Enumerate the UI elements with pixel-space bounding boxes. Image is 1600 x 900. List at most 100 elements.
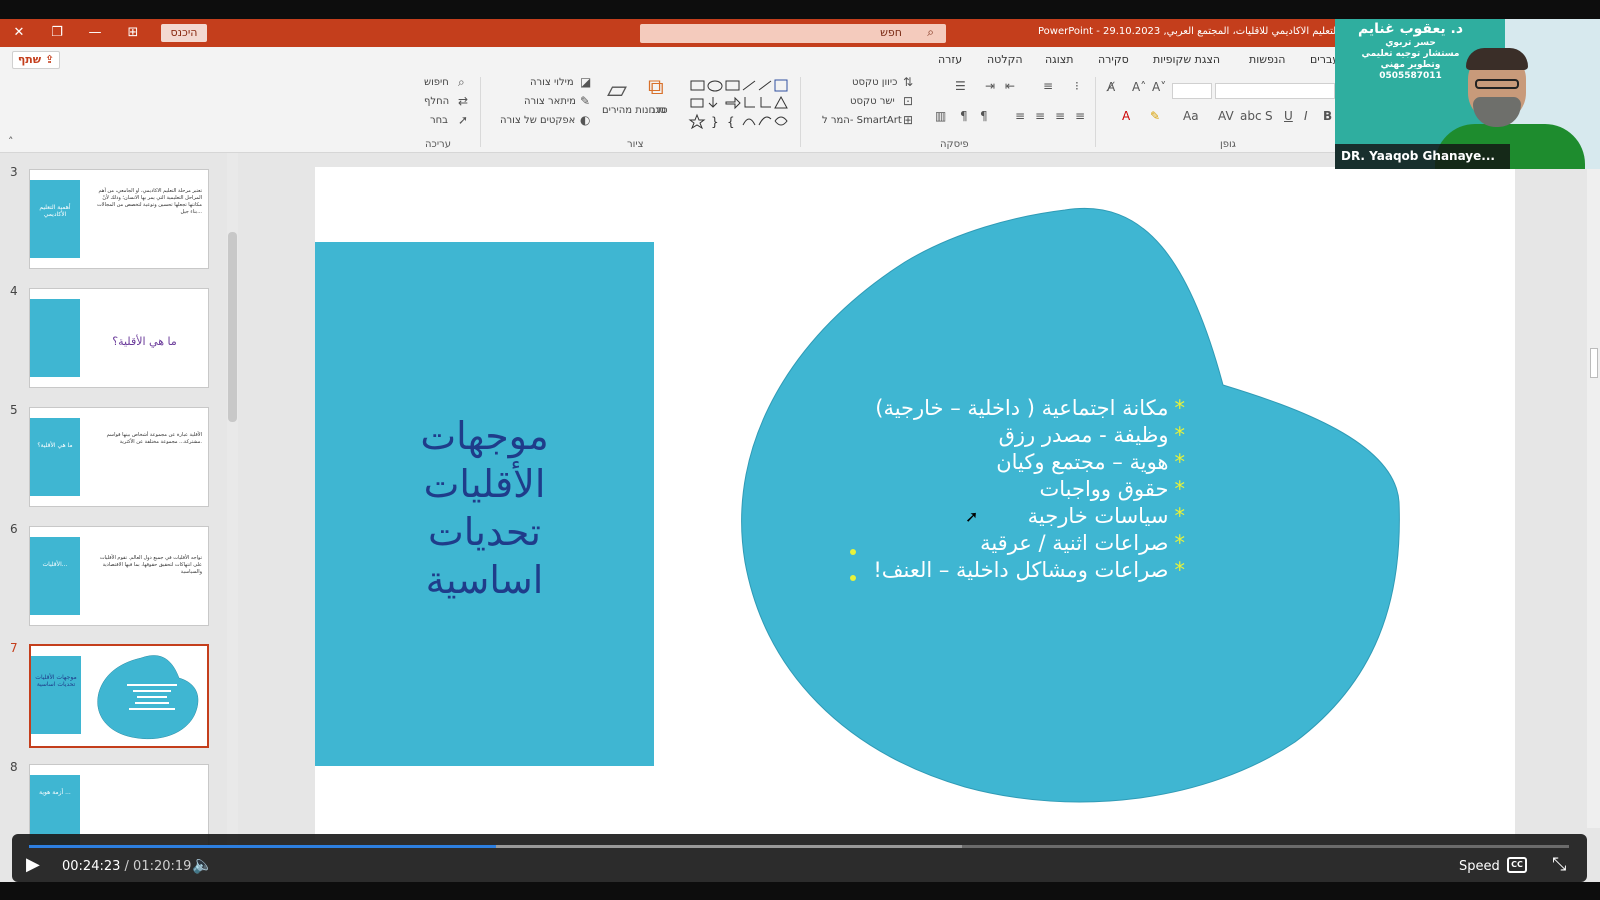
share-button[interactable]: שתף ⇪ bbox=[12, 51, 60, 69]
bullet-star: * bbox=[1174, 558, 1186, 582]
slide-title-line: موجهات bbox=[420, 414, 549, 458]
highlight-icon[interactable]: ✎ bbox=[1150, 109, 1160, 123]
arrange-icon: ⧉ bbox=[648, 75, 664, 100]
font-color-icon[interactable]: A bbox=[1122, 109, 1130, 123]
line-spacing-icon[interactable]: ☰ bbox=[955, 79, 966, 93]
search-input[interactable]: חפש ⌕ bbox=[640, 24, 946, 43]
webcam-overlay: د. يعقوب غنايم حسر تربوي مستشار توجيه تع… bbox=[1335, 19, 1600, 169]
shape-fill-icon: ◪ bbox=[580, 75, 592, 89]
outdent-icon[interactable]: ⇤ bbox=[1005, 79, 1015, 93]
presenter-title-line: حسر تربوي bbox=[1385, 38, 1436, 48]
ribbon-display-icon[interactable]: ⊞ bbox=[122, 23, 144, 43]
slide-scrollbar-thumb[interactable] bbox=[1590, 348, 1598, 378]
slide-number-active: 7 bbox=[10, 641, 18, 655]
font-name-input[interactable] bbox=[1215, 83, 1335, 99]
justify-icon[interactable]: ≡ bbox=[1075, 109, 1085, 123]
bullet-text: وظيفة - مصدر رزق bbox=[998, 423, 1169, 447]
slide-thumbnail-3[interactable]: أهمية التعليم الأكاديمي تعتبر مرحلة التع… bbox=[29, 169, 209, 269]
bullet-star: * bbox=[1174, 396, 1186, 420]
italic-button[interactable]: I bbox=[1304, 109, 1308, 123]
char-spacing-icon[interactable]: AV bbox=[1218, 109, 1234, 123]
bold-button[interactable]: B bbox=[1323, 109, 1332, 123]
exit-fullscreen-icon[interactable]: ⤡ bbox=[1552, 854, 1566, 875]
align-left-icon[interactable]: ≡ bbox=[1055, 109, 1065, 123]
group-label-drawing: ציור bbox=[627, 139, 644, 150]
progress-played[interactable] bbox=[29, 845, 496, 848]
replace-button[interactable]: החלף bbox=[424, 96, 449, 107]
volume-icon[interactable]: 🔈 bbox=[192, 855, 213, 875]
shape-effects-icon: ◐ bbox=[580, 113, 591, 127]
video-player-controls: ▶ 00:24:23 / 01:20:19 🔈 Speed CC ⤡ bbox=[12, 834, 1587, 882]
shrink-font-icon[interactable]: A˅ bbox=[1152, 80, 1166, 94]
slide-number: 6 bbox=[10, 522, 18, 536]
rtl-icon[interactable]: ¶ bbox=[960, 109, 968, 123]
clear-format-icon[interactable]: A̸ bbox=[1107, 80, 1115, 94]
change-case-icon[interactable]: Aa bbox=[1183, 109, 1199, 123]
slide-thumbnail-5[interactable]: ما هي الأقلية؟ الأقلية عبارة عن مجموعة أ… bbox=[29, 407, 209, 507]
convert-smartart-button[interactable]: המר ל- SmartArt bbox=[822, 115, 902, 126]
duration: 01:20:19 bbox=[133, 859, 192, 874]
align-center-icon[interactable]: ≡ bbox=[1035, 109, 1045, 123]
select-button[interactable]: בחר bbox=[430, 115, 448, 126]
presenter-name-arabic: د. يعقوب غنايم bbox=[1357, 21, 1464, 37]
smartart-icon: ⊞ bbox=[903, 113, 914, 127]
presenter-phone: 0505587011 bbox=[1379, 71, 1442, 81]
ltr-icon[interactable]: ¶ bbox=[980, 109, 988, 123]
shape-outline-button[interactable]: מיתאר צורה bbox=[524, 96, 576, 107]
restore-icon[interactable]: ❐ bbox=[46, 23, 68, 43]
text-direction-button[interactable]: כיוון טקסט bbox=[852, 77, 897, 88]
slide-title-line: الأقليات bbox=[423, 462, 546, 506]
tab-slideshow[interactable]: הצגת שקופיות bbox=[1153, 53, 1220, 66]
svg-text:}: } bbox=[711, 115, 719, 129]
bullets-icon[interactable]: ⁝ bbox=[1075, 79, 1079, 93]
sign-in-button[interactable]: היכנס bbox=[161, 24, 207, 42]
slide-title[interactable]: موجهات الأقليات تحديات اساسية bbox=[315, 412, 654, 604]
indent-icon[interactable]: ⇥ bbox=[985, 79, 995, 93]
tab-animations[interactable]: הנפשות bbox=[1249, 53, 1285, 66]
close-icon[interactable]: ✕ bbox=[8, 23, 30, 43]
bullet-item: *سياسات خارجية bbox=[815, 503, 1185, 530]
tab-help[interactable]: עזרה bbox=[938, 53, 962, 66]
play-icon[interactable]: ▶ bbox=[26, 854, 40, 875]
shape-fill-button[interactable]: מילוי צורה bbox=[530, 77, 574, 88]
thumb-box bbox=[30, 180, 80, 258]
thumb-box-text: ما هي الأقلية؟ bbox=[37, 442, 73, 449]
captions-button[interactable]: CC bbox=[1507, 857, 1527, 873]
align-right-icon[interactable]: ≡ bbox=[1015, 109, 1025, 123]
thumbnails-scrollbar-thumb[interactable] bbox=[228, 232, 237, 422]
collapse-ribbon-icon[interactable]: ˄ bbox=[8, 135, 14, 148]
tab-view[interactable]: תצוגה bbox=[1045, 53, 1073, 66]
current-slide[interactable]: موجهات الأقليات تحديات اساسية *مكانة اجت… bbox=[315, 167, 1515, 840]
thumb-blob-shape bbox=[97, 655, 199, 740]
arrange-button[interactable]: סדר bbox=[650, 105, 668, 116]
slide-thumbnail-4[interactable]: ما هي الأقلية؟ bbox=[29, 288, 209, 388]
shape-effects-button[interactable]: אפקטים של צורה bbox=[500, 115, 575, 126]
strikethrough-icon[interactable]: abc bbox=[1240, 109, 1262, 123]
minimize-icon[interactable]: — bbox=[84, 23, 106, 43]
strikethrough-s-button[interactable]: S bbox=[1265, 109, 1273, 123]
title-box[interactable]: موجهات الأقليات تحديات اساسية bbox=[315, 242, 654, 766]
slide-thumbnail-6[interactable]: الأقليات... تواجه الأقليات في جميع دول ا… bbox=[29, 526, 209, 626]
bullet-list[interactable]: *مكانة اجتماعية ( داخلية – خارجية) *وظيف… bbox=[815, 395, 1185, 584]
slide-scrollbar[interactable] bbox=[1587, 153, 1600, 828]
grow-font-icon[interactable]: A˄ bbox=[1132, 80, 1146, 94]
tab-review[interactable]: סקירה bbox=[1098, 53, 1129, 66]
current-time: 00:24:23 bbox=[62, 859, 121, 874]
tab-record[interactable]: הקלטה bbox=[987, 53, 1023, 66]
align-text-button[interactable]: ישר טקסט bbox=[850, 96, 895, 107]
font-size-input[interactable] bbox=[1172, 83, 1212, 99]
thumb-box-text: موجهات الأقليات تحديات اساسية bbox=[35, 674, 77, 688]
bullet-dot bbox=[850, 575, 856, 581]
bullet-item: *صراعات ومشاكل داخلية – العنف! bbox=[815, 557, 1185, 584]
slide-number: 3 bbox=[10, 165, 18, 179]
bullet-item: *صراعات اثنية / عرقية bbox=[815, 530, 1185, 557]
bullet-star: * bbox=[1174, 477, 1186, 501]
shapes-gallery[interactable]: } { bbox=[683, 77, 793, 130]
slide-thumbnail-7[interactable]: موجهات الأقليات تحديات اساسية bbox=[29, 644, 209, 748]
columns-icon[interactable]: ▥ bbox=[935, 109, 946, 123]
thumb-box bbox=[31, 656, 81, 734]
underline-button[interactable]: U bbox=[1284, 109, 1293, 123]
speed-button[interactable]: Speed bbox=[1459, 859, 1500, 874]
numbering-icon[interactable]: ≡ bbox=[1043, 79, 1053, 93]
find-button[interactable]: חיפוש bbox=[424, 77, 449, 88]
